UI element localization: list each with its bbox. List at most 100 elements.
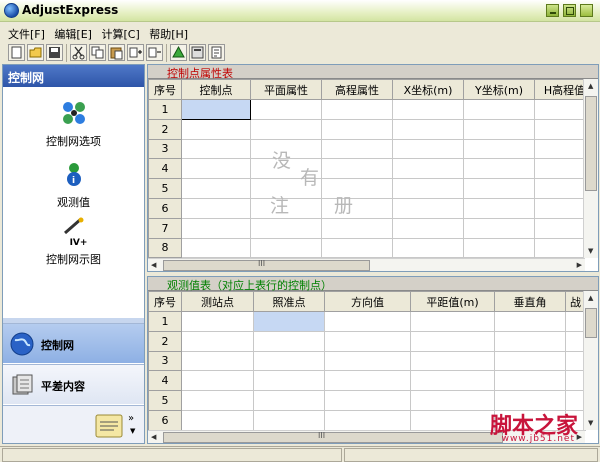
table-cell[interactable] <box>181 197 251 219</box>
table-cell[interactable] <box>181 330 254 352</box>
table-cell[interactable] <box>181 370 254 392</box>
table-cell[interactable] <box>392 138 464 160</box>
table-cell[interactable] <box>324 409 411 431</box>
report-icon[interactable] <box>208 44 225 61</box>
new-file-icon[interactable] <box>8 44 25 61</box>
table-cell[interactable] <box>181 99 251 120</box>
row-number[interactable]: 4 <box>148 370 182 392</box>
table-cell[interactable] <box>463 99 535 120</box>
table-cell[interactable] <box>392 158 464 180</box>
more-chevron-icon[interactable]: » <box>128 413 134 424</box>
table-cell[interactable] <box>463 237 535 259</box>
table-cell[interactable] <box>463 178 535 199</box>
col-header[interactable]: 平面属性 <box>250 79 322 100</box>
row-number[interactable]: 1 <box>148 99 182 120</box>
table-cell[interactable] <box>392 118 464 140</box>
row-number[interactable]: 6 <box>148 409 182 431</box>
table-row[interactable]: 5 <box>148 178 595 199</box>
table-row[interactable]: 1 <box>148 311 586 332</box>
table-cell[interactable] <box>494 350 566 372</box>
scroll-left-icon[interactable]: ◀ <box>151 433 156 441</box>
insert-row-icon[interactable] <box>127 44 144 61</box>
row-number[interactable]: 5 <box>148 390 182 411</box>
table-cell[interactable] <box>181 158 251 180</box>
table-cell[interactable] <box>253 330 325 352</box>
table-cell[interactable] <box>324 330 411 352</box>
table-cell[interactable] <box>494 330 566 352</box>
table-cell[interactable] <box>321 158 393 180</box>
table-cell[interactable] <box>494 311 566 332</box>
col-header[interactable]: Y坐标(m) <box>463 79 535 100</box>
table-cell[interactable] <box>321 99 393 120</box>
table-cell[interactable] <box>410 390 495 411</box>
table-cell[interactable] <box>410 330 495 352</box>
table-cell[interactable] <box>494 370 566 392</box>
table-cell[interactable] <box>324 390 411 411</box>
table-row[interactable]: 4 <box>148 158 595 180</box>
nav-observations[interactable]: i 观测值 <box>3 161 144 210</box>
table-row[interactable]: 3 <box>148 350 586 372</box>
scroll-down-icon[interactable]: ▼ <box>588 247 593 255</box>
table-cell[interactable] <box>181 178 251 199</box>
calculator-icon[interactable] <box>189 44 206 61</box>
table-cell[interactable] <box>463 138 535 160</box>
table-cell[interactable] <box>250 217 322 239</box>
table-row[interactable]: 1 <box>148 99 595 120</box>
table-cell[interactable] <box>392 178 464 199</box>
row-number[interactable]: 4 <box>148 158 182 180</box>
table-cell[interactable] <box>250 237 322 259</box>
cut-icon[interactable] <box>70 44 87 61</box>
table-cell[interactable] <box>321 138 393 160</box>
table-cell[interactable] <box>410 370 495 392</box>
table-cell[interactable] <box>181 350 254 372</box>
table-cell[interactable] <box>392 197 464 219</box>
table-cell[interactable] <box>253 311 325 332</box>
row-number[interactable]: 7 <box>148 217 182 239</box>
row-number[interactable]: 6 <box>148 197 182 219</box>
maximize-button[interactable] <box>563 4 576 17</box>
col-header[interactable]: 垂直角 <box>494 291 566 312</box>
table-cell[interactable] <box>181 118 251 140</box>
row-number[interactable]: 1 <box>148 311 182 332</box>
table-row[interactable]: 7 <box>148 217 595 239</box>
col-header[interactable]: 平距值(m) <box>410 291 495 312</box>
table-cell[interactable] <box>181 138 251 160</box>
paste-icon[interactable] <box>108 44 125 61</box>
table-cell[interactable] <box>250 99 322 120</box>
menu-help[interactable]: 帮助[H] <box>145 24 190 42</box>
table-cell[interactable] <box>324 311 411 332</box>
vscroll-thumb[interactable] <box>585 308 597 338</box>
nav-network-diagram[interactable]: IV+ 控制网示图 <box>3 217 144 267</box>
table-cell[interactable] <box>463 118 535 140</box>
control-points-hscroll[interactable]: ◀ III ▶ <box>148 258 585 271</box>
table-cell[interactable] <box>392 99 464 120</box>
table-cell[interactable] <box>463 158 535 180</box>
notes-icon[interactable] <box>95 413 125 439</box>
table-cell[interactable] <box>253 409 325 431</box>
save-icon[interactable] <box>46 44 63 61</box>
vscroll-thumb[interactable] <box>585 96 597 191</box>
row-number[interactable]: 8 <box>148 237 182 259</box>
hscroll-thumb[interactable] <box>163 432 503 443</box>
menu-file[interactable]: 文件[F] <box>0 24 47 42</box>
row-number[interactable]: 2 <box>148 330 182 352</box>
scroll-right-icon[interactable]: ▶ <box>577 261 582 269</box>
table-cell[interactable] <box>392 217 464 239</box>
triangle-network-icon[interactable] <box>170 44 187 61</box>
scroll-up-icon[interactable]: ▲ <box>588 294 593 302</box>
row-number[interactable]: 5 <box>148 178 182 199</box>
nav-network-options[interactable]: 控制网选项 <box>3 100 144 149</box>
table-cell[interactable] <box>410 409 495 431</box>
table-cell[interactable] <box>410 311 495 332</box>
dropdown-arrow-icon[interactable]: ▼ <box>130 427 135 435</box>
scroll-up-icon[interactable]: ▲ <box>588 82 593 90</box>
col-header[interactable]: X坐标(m) <box>392 79 464 100</box>
col-header[interactable]: 序号 <box>148 291 182 312</box>
col-header[interactable]: 方向值 <box>324 291 411 312</box>
table-cell[interactable] <box>181 311 254 332</box>
table-cell[interactable] <box>392 237 464 259</box>
row-number[interactable]: 3 <box>148 350 182 372</box>
row-number[interactable]: 2 <box>148 118 182 140</box>
table-cell[interactable] <box>181 217 251 239</box>
table-cell[interactable] <box>321 197 393 219</box>
